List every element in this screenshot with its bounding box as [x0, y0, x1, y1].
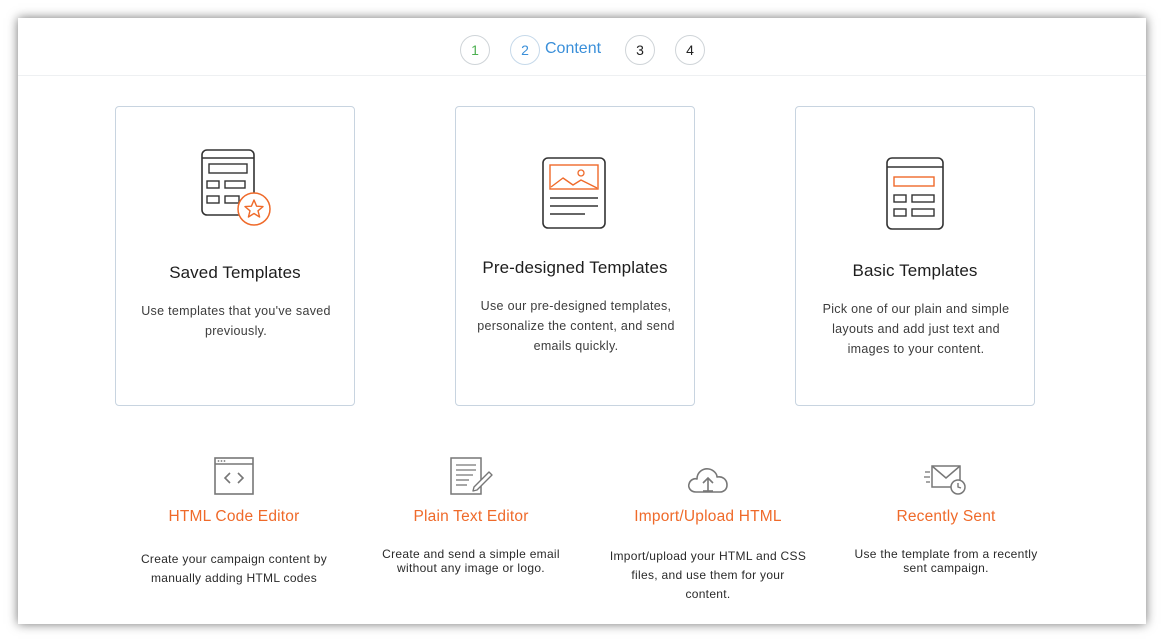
option-description: Use the template from a recently sent ca… — [854, 547, 1038, 575]
option-title[interactable]: HTML Code Editor — [124, 508, 344, 526]
saved-template-icon — [116, 147, 354, 229]
recently-sent-option[interactable]: Recently Sent Use the template from a re… — [836, 454, 1056, 575]
stepper: 1 2 Content 3 4 — [18, 18, 1146, 76]
option-description: Create your campaign content by manually… — [140, 552, 328, 585]
predesigned-templates-card[interactable]: Pre-designed Templates Use our pre-desig… — [455, 106, 695, 406]
import-upload-html-option[interactable]: Import/Upload HTML Import/upload your HT… — [598, 454, 818, 604]
card-description: Pick one of our plain and simple layouts… — [822, 302, 1010, 356]
saved-templates-card[interactable]: Saved Templates Use templates that you'v… — [115, 106, 355, 406]
step-1[interactable]: 1 — [460, 35, 490, 65]
card-title: Saved Templates — [169, 263, 301, 282]
card-title: Basic Templates — [852, 261, 978, 280]
plain-text-editor-option[interactable]: Plain Text Editor Create and send a simp… — [361, 454, 581, 575]
basic-template-icon — [796, 156, 1034, 232]
option-title[interactable]: Plain Text Editor — [361, 508, 581, 526]
option-description: Import/upload your HTML and CSS files, a… — [609, 549, 807, 601]
card-title: Pre-designed Templates — [482, 258, 668, 277]
predesigned-template-icon — [456, 156, 694, 230]
html-code-editor-option[interactable]: HTML Code Editor Create your campaign co… — [124, 454, 344, 588]
cloud-upload-icon — [598, 454, 818, 496]
option-title[interactable]: Recently Sent — [836, 508, 1056, 526]
option-description: Create and send a simple email without a… — [382, 547, 560, 575]
recent-mail-icon — [836, 454, 1056, 496]
step-2-label: Content — [545, 40, 602, 57]
content-step-panel: 1 2 Content 3 4 Saved Templates Use temp… — [18, 18, 1146, 624]
card-description: Use our pre-designed templates, personal… — [477, 299, 675, 353]
text-editor-icon — [361, 454, 581, 496]
card-description: Use templates that you've saved previous… — [141, 304, 331, 338]
option-title[interactable]: Import/Upload HTML — [598, 508, 818, 526]
basic-templates-card[interactable]: Basic Templates Pick one of our plain an… — [795, 106, 1035, 406]
step-3[interactable]: 3 — [625, 35, 655, 65]
step-2[interactable]: 2 — [510, 35, 540, 65]
code-editor-icon — [124, 454, 344, 496]
step-4[interactable]: 4 — [675, 35, 705, 65]
